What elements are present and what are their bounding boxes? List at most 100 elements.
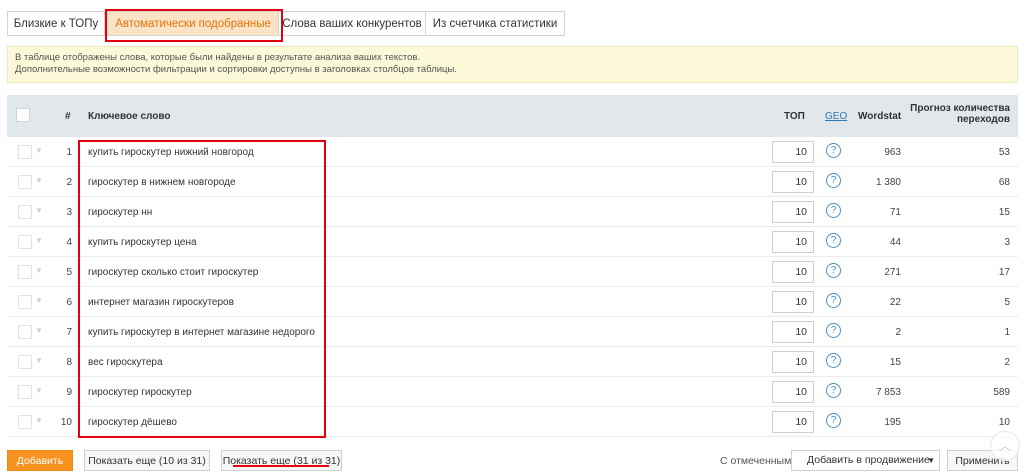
row-top-input[interactable]: 10 xyxy=(772,381,814,403)
bulk-action-select[interactable]: Добавить в продвижение ▼ xyxy=(791,450,940,471)
chevron-down-icon: ▼ xyxy=(927,456,935,465)
table-row: ▼ 1 купить гироскутер нижний новгород 10? 96… xyxy=(7,137,1018,167)
header-top[interactable]: ТОП xyxy=(784,111,805,122)
row-wordstat: 2 xyxy=(895,327,901,338)
tab-from-stats-counter[interactable]: Из счетчика статистики xyxy=(425,11,565,36)
row-forecast: 2 xyxy=(1004,357,1010,368)
row-checkbox[interactable] xyxy=(18,205,32,219)
row-checkbox[interactable] xyxy=(18,295,32,309)
select-all-checkbox[interactable] xyxy=(16,108,30,122)
row-top-input[interactable]: 10 xyxy=(772,171,814,193)
header-wordstat[interactable]: Wordstat xyxy=(858,111,901,122)
table-row: ▼ 6 интернет магазин гироскутеров 10? 22 5 xyxy=(7,287,1018,317)
row-number: 6 xyxy=(66,297,72,308)
row-forecast: 5 xyxy=(1004,297,1010,308)
show-more-10-button[interactable]: Показать еще (10 из 31) xyxy=(84,450,210,471)
tab-auto-selected[interactable]: Автоматически подобранные xyxy=(107,11,279,36)
row-caret-icon[interactable]: ▼ xyxy=(35,146,43,155)
tab-competitor-words[interactable]: Слова ваших конкурентов xyxy=(278,11,426,36)
table-row: ▼ 2 гироскутер в нижнем новгороде 10? 1 380 6… xyxy=(7,167,1018,197)
row-forecast: 17 xyxy=(998,267,1010,278)
row-number: 3 xyxy=(66,207,72,218)
question-icon[interactable]: ? xyxy=(826,263,841,278)
highlight-underline xyxy=(233,465,329,467)
row-wordstat: 71 xyxy=(889,207,901,218)
row-top-input[interactable]: 10 xyxy=(772,351,814,373)
row-checkbox[interactable] xyxy=(18,235,32,249)
row-checkbox[interactable] xyxy=(18,325,32,339)
row-number: 2 xyxy=(66,177,72,188)
row-checkbox[interactable] xyxy=(18,265,32,279)
with-selected-label: С отмеченными: xyxy=(720,455,801,467)
row-caret-icon[interactable]: ▼ xyxy=(35,416,43,425)
header-num: # xyxy=(65,111,71,122)
header-geo-link[interactable]: GEO xyxy=(825,111,847,122)
row-top-input[interactable]: 10 xyxy=(772,201,814,223)
row-top-input[interactable]: 10 xyxy=(772,321,814,343)
row-wordstat: 15 xyxy=(889,357,901,368)
row-top-input[interactable]: 10 xyxy=(772,141,814,163)
row-number: 4 xyxy=(66,237,72,248)
row-caret-icon[interactable]: ▼ xyxy=(35,356,43,365)
row-wordstat: 1 380 xyxy=(875,177,901,188)
row-number: 7 xyxy=(66,327,72,338)
question-icon[interactable]: ? xyxy=(826,293,841,308)
row-keyword: гироскутер сколько стоит гироскутер xyxy=(88,267,259,278)
row-checkbox[interactable] xyxy=(18,175,32,189)
table-row: ▼ 3 гироскутер нн 10? 71 15 xyxy=(7,197,1018,227)
row-checkbox[interactable] xyxy=(18,145,32,159)
question-icon[interactable]: ? xyxy=(826,173,841,188)
row-caret-icon[interactable]: ▼ xyxy=(35,206,43,215)
row-checkbox[interactable] xyxy=(18,415,32,429)
row-wordstat: 963 xyxy=(884,147,901,158)
header-forecast[interactable]: Прогноз количества переходов xyxy=(900,103,1010,125)
row-caret-icon[interactable]: ▼ xyxy=(35,386,43,395)
row-keyword: гироскутер дёшево xyxy=(88,417,177,428)
question-icon[interactable]: ? xyxy=(826,203,841,218)
table-row: ▼ 9 гироскутер гироскутер 10? 7 853 589 xyxy=(7,377,1018,407)
question-icon[interactable]: ? xyxy=(826,233,841,248)
row-forecast: 68 xyxy=(998,177,1010,188)
question-icon[interactable]: ? xyxy=(826,383,841,398)
row-keyword: вес гироскутера xyxy=(88,357,163,368)
scroll-to-top-icon[interactable]: ︿ xyxy=(990,431,1020,461)
keyword-table-body: ▼ 1 купить гироскутер нижний новгород 10? 96… xyxy=(7,137,1018,437)
row-wordstat: 195 xyxy=(884,417,901,428)
row-caret-icon[interactable]: ▼ xyxy=(35,176,43,185)
row-checkbox[interactable] xyxy=(18,385,32,399)
row-keyword: интернет магазин гироскутеров xyxy=(88,297,234,308)
question-icon[interactable]: ? xyxy=(826,413,841,428)
row-caret-icon[interactable]: ▼ xyxy=(35,236,43,245)
row-top-input[interactable]: 10 xyxy=(772,261,814,283)
row-number: 8 xyxy=(66,357,72,368)
question-icon[interactable]: ? xyxy=(826,143,841,158)
row-caret-icon[interactable]: ▼ xyxy=(35,266,43,275)
question-icon[interactable]: ? xyxy=(826,353,841,368)
row-forecast: 3 xyxy=(1004,237,1010,248)
row-keyword: купить гироскутер в интернет магазине не… xyxy=(88,327,315,338)
row-keyword: гироскутер гироскутер xyxy=(88,387,192,398)
row-keyword: купить гироскутер цена xyxy=(88,237,197,248)
row-forecast: 1 xyxy=(1004,327,1010,338)
row-checkbox[interactable] xyxy=(18,355,32,369)
row-top-input[interactable]: 10 xyxy=(772,411,814,433)
row-number: 5 xyxy=(66,267,72,278)
row-keyword: гироскутер нн xyxy=(88,207,153,218)
tab-close-to-top[interactable]: Близкие к ТОПу xyxy=(7,11,105,36)
row-caret-icon[interactable]: ▼ xyxy=(35,326,43,335)
question-icon[interactable]: ? xyxy=(826,323,841,338)
row-keyword: купить гироскутер нижний новгород xyxy=(88,147,254,158)
row-caret-icon[interactable]: ▼ xyxy=(35,296,43,305)
add-button[interactable]: Добавить xyxy=(7,450,73,471)
row-forecast: 53 xyxy=(998,147,1010,158)
row-top-input[interactable]: 10 xyxy=(772,231,814,253)
header-keyword[interactable]: Ключевое слово xyxy=(88,111,170,122)
table-row: ▼ 4 купить гироскутер цена 10? 44 3 xyxy=(7,227,1018,257)
table-row: ▼ 7 купить гироскутер в интернет магазине … xyxy=(7,317,1018,347)
info-banner: В таблице отображены слова, которые были… xyxy=(7,46,1018,83)
header-forecast-line-1: Прогноз количества xyxy=(910,103,1010,114)
row-top-input[interactable]: 10 xyxy=(772,291,814,313)
show-more-31-button[interactable]: Показать еще (31 из 31) xyxy=(221,450,342,471)
tab-bar: Близкие к ТОПу Автоматически подобранные… xyxy=(7,9,565,38)
row-wordstat: 22 xyxy=(889,297,901,308)
